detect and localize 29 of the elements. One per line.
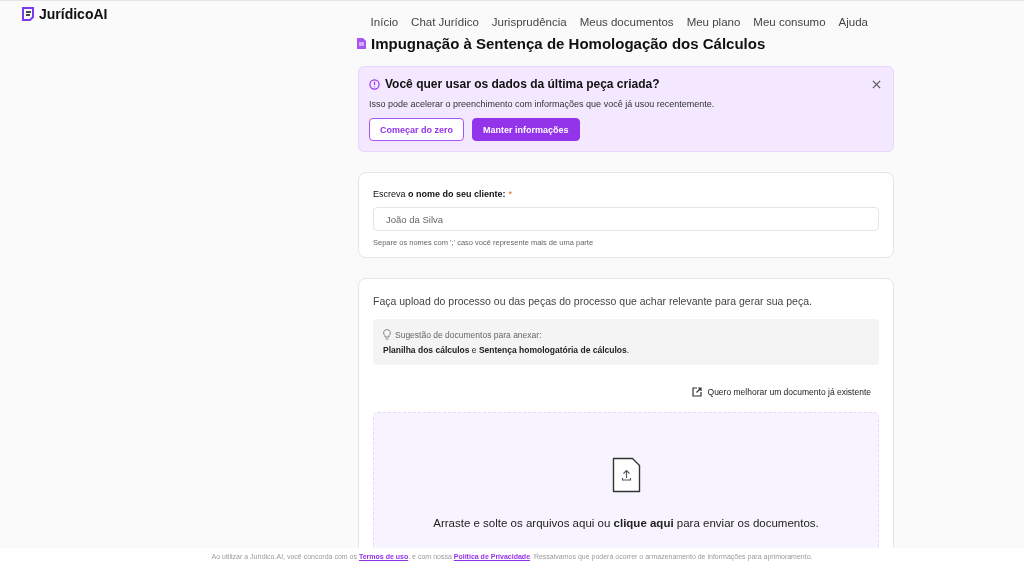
close-icon[interactable] [872,79,881,89]
required-mark: * [508,189,513,199]
nav-link[interactable]: Chat Jurídico [411,16,479,33]
nav-link[interactable]: Jurisprudência [491,16,567,33]
nav-link[interactable]: Meu plano [686,16,741,33]
improve-document-link[interactable]: Quero melhorar um documento já existente [691,387,871,397]
nav-link[interactable]: Ajuda [838,16,868,33]
page-title: Impugnação à Sentença de Homologação dos Cálculos [371,34,766,52]
info-icon [369,78,380,90]
nav-link[interactable]: Meus documentos [579,16,674,33]
alert-text: Isso pode acelerar o preenchimento com informações que você já usou recentemente. [369,99,716,109]
alert-button[interactable]: Começar do zero [369,118,465,141]
suggestion-title: Sugestão de documentos para anexar: [395,329,542,340]
external-link-icon [691,387,702,397]
alert-title: Você quer usar os dados da última peça criada? [385,77,660,91]
document-icon [357,37,366,49]
upload-intro: Faça upload do processo ou das peças do processo que achar relevante para gerar sua peça. [373,295,813,307]
field-label: Escreva o nome do seu cliente: [373,189,506,199]
alert-button[interactable]: Manter informações [472,118,580,141]
file-upload-icon [611,457,641,493]
lightbulb-icon [383,329,391,340]
nav-link[interactable]: Início [370,16,399,33]
drop-text: Arraste e solte os arquivos aqui ou clique aqui para enviar os documentos. [433,517,819,529]
suggestion-text: Planilha dos cálculos e Sentença homologatória de cálculos. [383,345,631,355]
client-name-field[interactable]: João da Silva [373,207,879,231]
nav-link[interactable]: Meu consumo [753,16,826,33]
brand-name[interactable]: JurídicoAI [39,6,108,22]
drop-zone[interactable]: Arraste e solte os arquivos aqui ou clique aqui para enviar os documentos. [373,412,879,548]
logo-icon [21,7,35,21]
